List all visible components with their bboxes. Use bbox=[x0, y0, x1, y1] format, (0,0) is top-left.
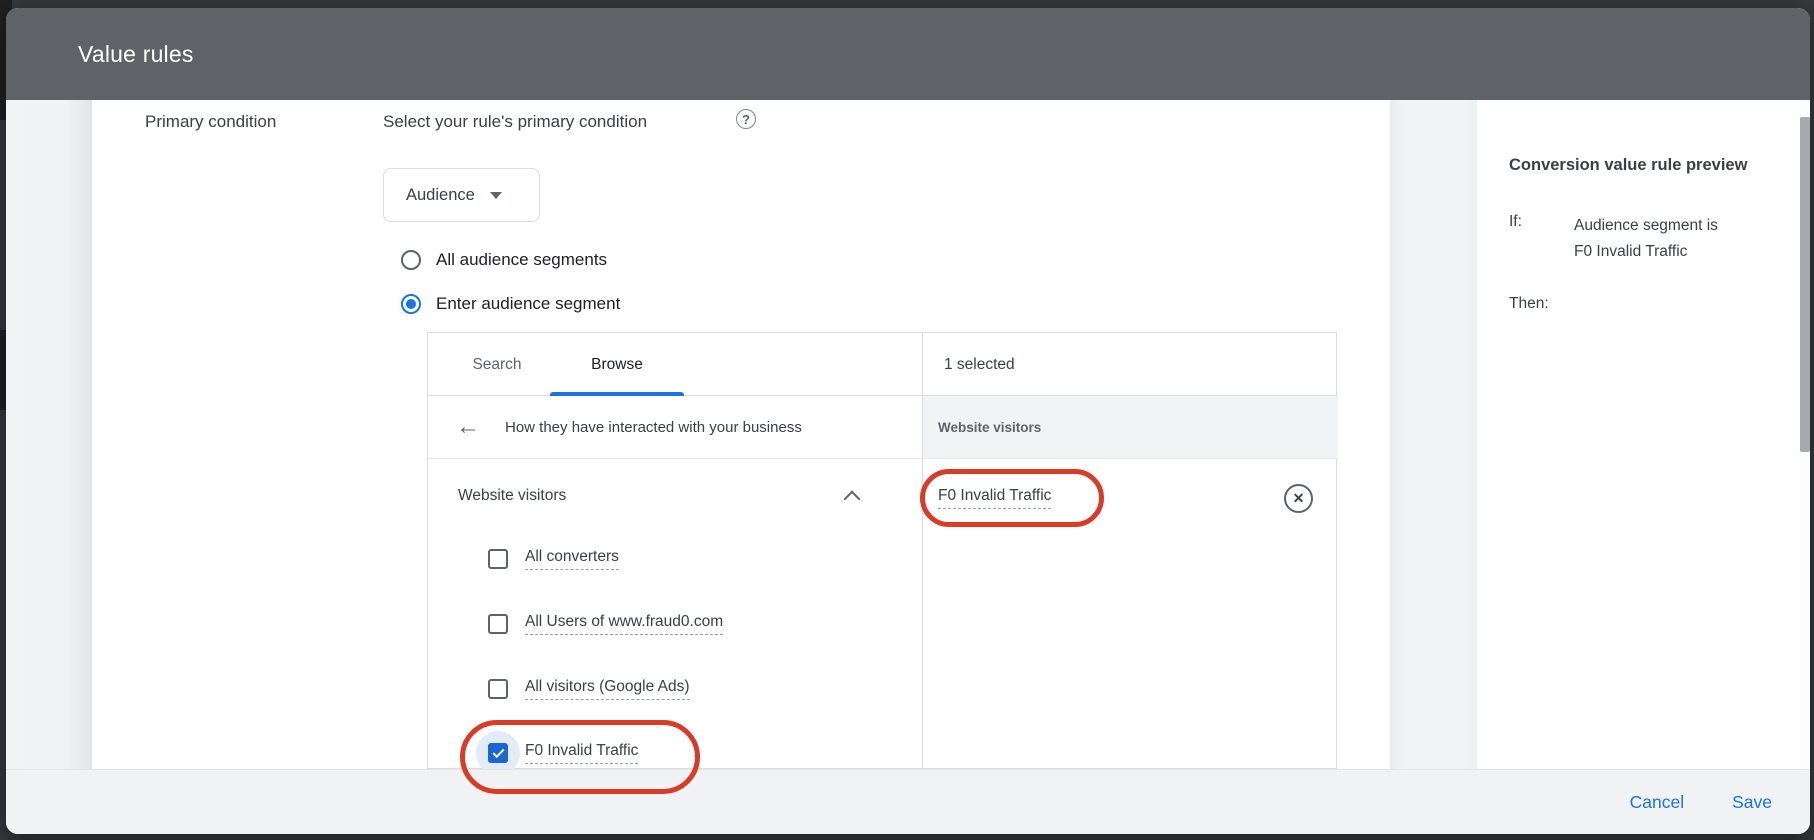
preview-if-row: If: Audience segment is F0 Invalid Traff… bbox=[1509, 213, 1718, 265]
section-heading: Select your rule's primary condition bbox=[383, 112, 647, 132]
primary-condition-section: Primary condition Select your rule's pri… bbox=[92, 100, 1390, 769]
question-mark-glyph: ? bbox=[742, 112, 750, 127]
checkmark-icon bbox=[492, 745, 504, 757]
group-label: Website visitors bbox=[458, 487, 566, 505]
checkbox-item-f0-invalid-traffic[interactable]: F0 Invalid Traffic bbox=[488, 733, 638, 773]
condition-type-value: Audience bbox=[406, 186, 475, 205]
preview-if-label: If: bbox=[1509, 213, 1574, 265]
dialog-left-margin bbox=[6, 100, 92, 769]
dialog-header: Value rules bbox=[6, 8, 1810, 100]
group-website-visitors[interactable]: Website visitors bbox=[428, 466, 922, 526]
preview-if-value: Audience segment is F0 Invalid Traffic bbox=[1574, 213, 1718, 265]
selected-group-header-row: Website visitors bbox=[923, 396, 1338, 459]
checkbox-icon[interactable] bbox=[488, 679, 508, 699]
item-label[interactable]: All Users of www.fraud0.com bbox=[525, 613, 723, 635]
picker-tabs-row: Search Browse bbox=[428, 333, 1336, 396]
chevron-up-icon[interactable] bbox=[844, 491, 861, 508]
remove-selected-icon[interactable]: ✕ bbox=[1284, 484, 1313, 513]
checkbox-icon[interactable] bbox=[488, 614, 508, 634]
save-button[interactable]: Save bbox=[1732, 792, 1772, 813]
value-rules-dialog: Value rules Primary condition Select you… bbox=[6, 8, 1810, 834]
help-icon[interactable]: ? bbox=[736, 109, 756, 129]
item-label[interactable]: All converters bbox=[525, 548, 619, 570]
item-label[interactable]: All visitors (Google Ads) bbox=[525, 678, 690, 700]
checkbox-checked-icon[interactable] bbox=[488, 743, 508, 763]
radio-selected-icon bbox=[401, 294, 421, 314]
dialog-panel-gap bbox=[1390, 100, 1477, 769]
radio-label: All audience segments bbox=[436, 250, 607, 270]
radio-enter-audience-segment[interactable]: Enter audience segment bbox=[401, 284, 620, 324]
checkbox-item-all-visitors-google-ads[interactable]: All visitors (Google Ads) bbox=[488, 669, 690, 709]
item-label[interactable]: F0 Invalid Traffic bbox=[525, 742, 638, 764]
primary-condition-label: Primary condition bbox=[145, 112, 276, 132]
selected-count: 1 selected bbox=[944, 333, 1015, 396]
preview-title: Conversion value rule preview bbox=[1509, 156, 1747, 175]
breadcrumb-label: How they have interacted with your busin… bbox=[505, 419, 802, 436]
radio-icon bbox=[401, 250, 421, 270]
tab-search[interactable]: Search bbox=[444, 333, 550, 396]
x-glyph: ✕ bbox=[1293, 490, 1305, 507]
checkbox-icon[interactable] bbox=[488, 549, 508, 569]
selected-group-header: Website visitors bbox=[938, 420, 1041, 435]
condition-type-dropdown[interactable]: Audience bbox=[383, 168, 540, 222]
back-arrow-icon[interactable]: ← bbox=[456, 415, 480, 439]
preview-then-label: Then: bbox=[1509, 295, 1549, 313]
dialog-title: Value rules bbox=[78, 41, 194, 68]
selected-item-label[interactable]: F0 Invalid Traffic bbox=[938, 487, 1051, 509]
caret-down-icon bbox=[490, 192, 502, 199]
checkbox-item-all-converters[interactable]: All converters bbox=[488, 539, 619, 579]
scrollbar-track[interactable] bbox=[1799, 100, 1810, 769]
cancel-button[interactable]: Cancel bbox=[1630, 792, 1684, 813]
tab-browse[interactable]: Browse bbox=[550, 333, 684, 396]
scrollbar-thumb[interactable] bbox=[1800, 117, 1810, 452]
dialog-footer: Cancel Save bbox=[6, 769, 1810, 834]
browse-breadcrumb-row: ← How they have interacted with your bus… bbox=[428, 396, 922, 459]
selected-item-f0-invalid-traffic: F0 Invalid Traffic bbox=[938, 478, 1051, 518]
checkbox-item-all-users-fraud0[interactable]: All Users of www.fraud0.com bbox=[488, 604, 723, 644]
conversion-value-rule-preview: Conversion value rule preview If: Audien… bbox=[1477, 100, 1808, 769]
radio-label: Enter audience segment bbox=[436, 294, 620, 314]
audience-picker-panel: Search Browse 1 selected ← How they have… bbox=[427, 332, 1337, 769]
radio-all-audience-segments[interactable]: All audience segments bbox=[401, 240, 607, 280]
